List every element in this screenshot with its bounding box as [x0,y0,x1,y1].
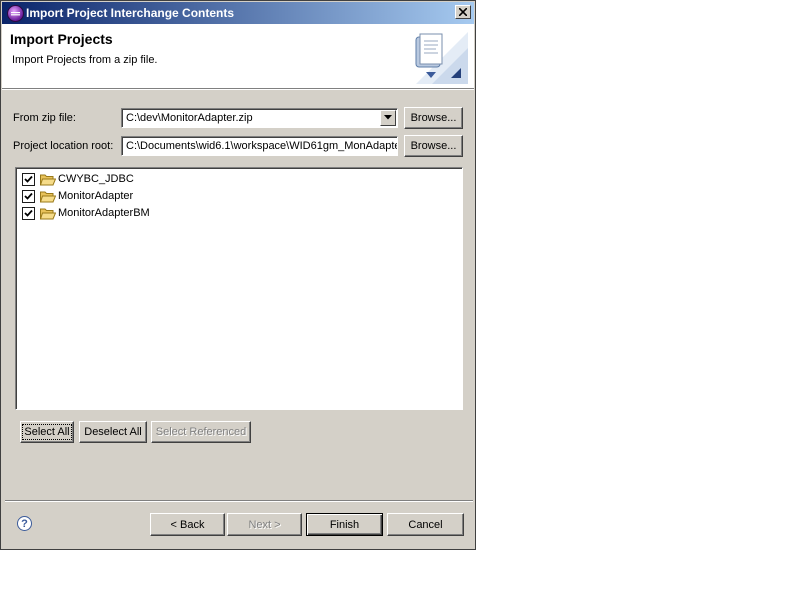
project-checkbox[interactable] [22,172,35,186]
window-title: Import Project Interchange Contents [26,6,235,20]
eclipse-icon [7,5,24,22]
deselect-all-button[interactable]: Deselect All [79,421,147,443]
help-icon[interactable]: ? [17,516,32,531]
import-dialog: Import Project Interchange Contents Impo… [0,0,476,550]
project-name: MonitorAdapter [58,190,134,202]
banner-separator [2,89,474,90]
banner-description: Import Projects from a zip file. [12,54,158,66]
location-root-input[interactable]: C:\Documents\wid6.1\workspace\WID61gm_Mo… [121,136,398,156]
close-button[interactable] [455,5,471,19]
location-browse-button[interactable]: Browse... [404,135,463,157]
next-button[interactable]: Next > [227,513,302,536]
project-name: CWYBC_JDBC [58,173,134,185]
check-icon [24,192,33,200]
banner-title: Import Projects [10,31,113,47]
cancel-button[interactable]: Cancel [387,513,464,536]
project-name: MonitorAdapterBM [58,207,150,219]
title-bar: Import Project Interchange Contents [2,2,474,24]
wizard-banner: Import Projects Import Projects from a z… [2,24,474,89]
location-root-label: Project location root: [13,140,114,152]
select-all-button[interactable]: Select All [20,421,74,443]
zip-file-dropdown-button[interactable] [380,110,396,126]
finish-button[interactable]: Finish [306,513,383,536]
project-checkbox[interactable] [22,189,35,203]
project-row-cwybc-jdbc[interactable]: CWYBC_JDBC [22,171,134,187]
close-icon [459,8,467,16]
location-root-value: C:\Documents\wid6.1\workspace\WID61gm_Mo… [126,140,398,152]
project-list[interactable]: CWYBC_JDBC MonitorAdapter MonitorAdapter… [15,167,463,410]
check-icon [24,209,33,217]
footer-separator [5,500,473,502]
zip-file-value: C:\dev\MonitorAdapter.zip [126,112,253,124]
open-folder-icon [40,174,56,185]
chevron-down-icon [384,115,392,120]
zip-browse-button[interactable]: Browse... [404,107,463,129]
project-row-monitoradapterbm[interactable]: MonitorAdapterBM [22,205,150,221]
back-button[interactable]: < Back [150,513,225,536]
open-folder-icon [40,191,56,202]
open-folder-icon [40,208,56,219]
select-referenced-button[interactable]: Select Referenced [151,421,251,443]
zip-file-combo[interactable]: C:\dev\MonitorAdapter.zip [121,108,398,128]
project-checkbox[interactable] [22,206,35,220]
project-row-monitoradapter[interactable]: MonitorAdapter [22,188,133,204]
zip-file-label: From zip file: [13,112,76,124]
check-icon [24,175,33,183]
import-wizard-icon [396,28,468,84]
